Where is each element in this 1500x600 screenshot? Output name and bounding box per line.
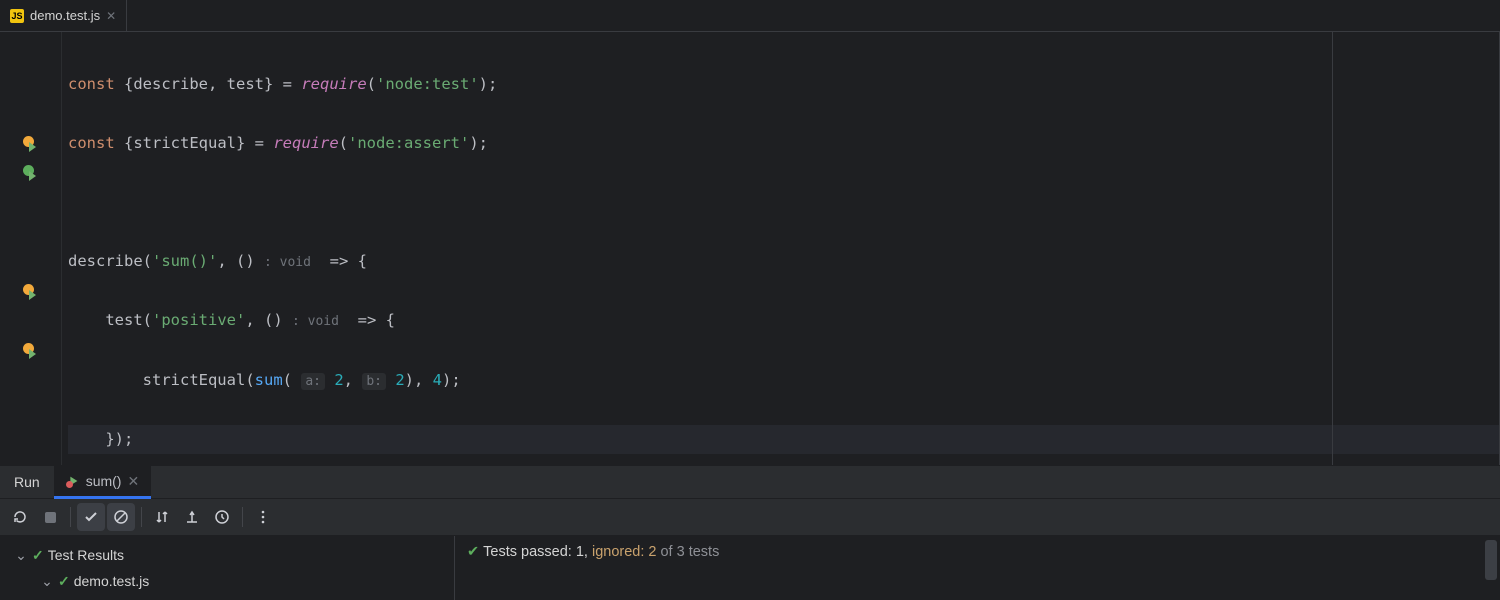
- show-ignored-icon[interactable]: [107, 503, 135, 531]
- ignored-text: ignored: 2: [588, 544, 657, 560]
- tree-file-row[interactable]: ⌄ ✓ demo.test.js: [0, 568, 454, 594]
- check-icon: ✓: [32, 547, 44, 564]
- rerun-icon[interactable]: [6, 503, 34, 531]
- more-icon[interactable]: [249, 503, 277, 531]
- editor-gutter: [0, 32, 62, 465]
- history-icon[interactable]: [208, 503, 236, 531]
- run-test-gutter-icon[interactable]: [23, 136, 39, 152]
- chevron-down-icon[interactable]: ⌄: [40, 573, 54, 590]
- test-results-tree[interactable]: ⌄ ✓ Test Results ⌄ ✓ demo.test.js: [0, 536, 455, 600]
- run-tab-label: sum(): [86, 473, 122, 489]
- js-file-icon: JS: [10, 9, 24, 23]
- run-panel-header: Run sum() ✕: [0, 465, 1500, 499]
- run-test-gutter-icon[interactable]: [23, 284, 39, 300]
- tree-root-label: Test Results: [48, 547, 124, 563]
- close-icon[interactable]: ✕: [106, 9, 116, 23]
- scrollbar-thumb[interactable]: [1485, 540, 1497, 580]
- expand-icon[interactable]: [178, 503, 206, 531]
- run-panel-tab[interactable]: sum() ✕: [54, 466, 152, 499]
- stop-icon[interactable]: [36, 503, 64, 531]
- test-output[interactable]: ✔Tests passed: 1, ignored: 2 of 3 tests: [455, 536, 1500, 600]
- editor-tab-bar: JS demo.test.js ✕: [0, 0, 1500, 32]
- tab-filename: demo.test.js: [30, 8, 100, 23]
- code-area[interactable]: const {describe, test} = require('node:t…: [62, 32, 1499, 465]
- test-toolbar: [0, 499, 1500, 536]
- check-icon: ✔: [467, 544, 479, 560]
- passed-text: Tests passed: 1,: [483, 544, 588, 560]
- file-tab[interactable]: JS demo.test.js ✕: [0, 0, 127, 31]
- test-results-panel: ⌄ ✓ Test Results ⌄ ✓ demo.test.js ✔Tests…: [0, 536, 1500, 600]
- total-text: of 3 tests: [656, 544, 719, 560]
- sort-icon[interactable]: [148, 503, 176, 531]
- test-tab-icon: [66, 474, 80, 488]
- chevron-down-icon[interactable]: ⌄: [14, 547, 28, 564]
- check-icon: ✓: [58, 573, 70, 590]
- tree-root-row[interactable]: ⌄ ✓ Test Results: [0, 542, 454, 568]
- run-panel-title[interactable]: Run: [0, 466, 54, 498]
- tree-file-label: demo.test.js: [74, 573, 149, 589]
- code-editor[interactable]: const {describe, test} = require('node:t…: [0, 32, 1500, 465]
- run-test-gutter-icon[interactable]: [23, 343, 39, 359]
- close-icon[interactable]: ✕: [127, 473, 139, 490]
- run-test-gutter-icon[interactable]: [23, 165, 39, 181]
- show-passed-icon[interactable]: [77, 503, 105, 531]
